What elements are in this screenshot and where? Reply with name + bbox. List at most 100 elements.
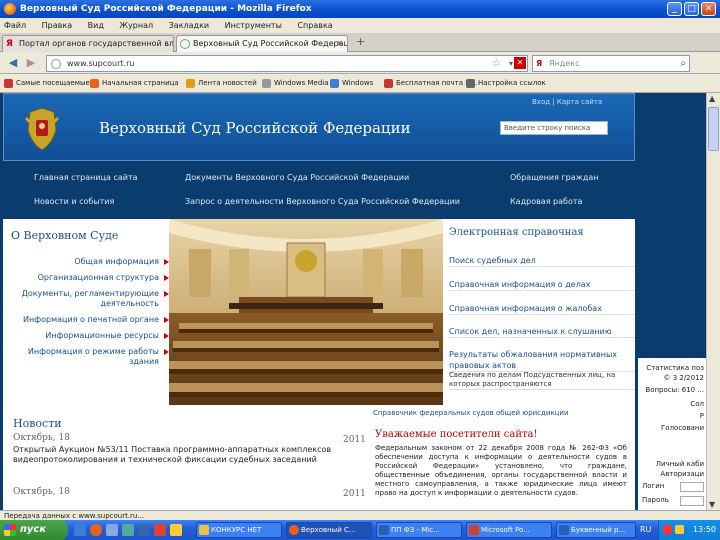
tab-label: Верховный Суд Российской Федерации (193, 39, 348, 48)
new-tab-button[interactable]: + (356, 35, 365, 48)
back-button[interactable]: ◀ (4, 55, 22, 71)
nav-link-documents[interactable]: Документы Верховного Суда Российской Фед… (185, 173, 409, 182)
vertical-scrollbar[interactable]: ▲ ▼ (706, 93, 720, 510)
bookmark-item[interactable]: Настройка ссылок (466, 74, 546, 93)
url-text: www.supcourt.ru (67, 59, 135, 68)
login-input[interactable] (680, 482, 704, 492)
eref-link[interactable]: Поиск судебных дел (449, 255, 635, 267)
yandex-icon: Я (536, 59, 543, 68)
about-link[interactable]: Документы, регламентирующие деятельность (19, 289, 169, 309)
system-tray: 13:50 (658, 520, 720, 540)
menu-bookmarks[interactable]: Закладки (169, 21, 209, 30)
eref-link[interactable]: Список дел, назначенных к слушанию (449, 326, 635, 338)
stop-icon[interactable]: ✕ (514, 57, 526, 69)
taskbar-item[interactable]: Верховный С... (286, 522, 372, 538)
courts-directory-link[interactable]: Справочник федеральных судов общей юрисд… (373, 409, 569, 417)
menu-help[interactable]: Справка (297, 21, 332, 30)
window-titlebar[interactable]: Верховный Суд Российской Федерации - Moz… (0, 0, 720, 18)
globe-icon (51, 59, 61, 69)
quicklaunch-folder-icon[interactable] (170, 524, 182, 536)
news-title: Новости (13, 417, 62, 430)
bookmark-icon (262, 79, 271, 88)
minimize-button[interactable]: _ (667, 2, 682, 16)
menu-bar: Файл Правка Вид Журнал Закладки Инструме… (0, 18, 720, 33)
nav-link-news[interactable]: Новости и события (34, 197, 114, 206)
nav-link-appeals[interactable]: Обращения граждан (510, 173, 599, 182)
scroll-down-icon[interactable]: ▼ (709, 500, 715, 509)
quicklaunch-desktop-icon[interactable] (106, 524, 118, 536)
nav-link-request[interactable]: Запрос о деятельности Верховного Суда Ро… (185, 197, 460, 206)
notice-title: Уважаемые посетители сайта! (375, 429, 538, 440)
bookmark-item[interactable]: Windows (330, 74, 373, 93)
maximize-button[interactable]: □ (684, 2, 699, 16)
yandex-icon: Я (6, 39, 13, 49)
bookmark-item[interactable]: Бесплатная почта Н... (384, 74, 477, 93)
forward-button[interactable]: ▶ (22, 55, 40, 71)
start-button[interactable]: пуск (0, 520, 68, 540)
tab-supcourt[interactable]: Верховный Суд Российской Федерации ✕ (176, 35, 348, 52)
news-date: Октябрь, 18 (13, 433, 70, 443)
search-input[interactable]: Я Яндекс ⌕ (532, 55, 690, 72)
star-icon[interactable]: ☆ (492, 56, 501, 71)
window-title: Верховный Суд Российской Федерации - Moz… (20, 4, 312, 14)
vote-link[interactable]: Голосовани (661, 424, 704, 432)
menu-edit[interactable]: Правка (42, 21, 72, 30)
close-button[interactable]: ✕ (701, 2, 716, 16)
scroll-up-icon[interactable]: ▲ (709, 94, 715, 103)
clock[interactable]: 13:50 (693, 520, 716, 540)
taskbar-item[interactable]: Microsoft Po... (466, 522, 552, 538)
quicklaunch-ppt-icon[interactable] (154, 524, 166, 536)
eref-link[interactable]: Справочная информация о делах (449, 279, 635, 291)
search-placeholder: Яндекс (549, 59, 580, 68)
address-bar[interactable]: www.supcourt.ru ☆ ▾ ✕ (46, 55, 528, 72)
quicklaunch-word-icon[interactable] (138, 524, 150, 536)
tray-app-icon[interactable] (675, 525, 684, 534)
about-link[interactable]: Общая информация (74, 257, 169, 267)
bookmark-item[interactable]: Windows Media (262, 74, 329, 93)
search-icon[interactable]: ⌕ (680, 56, 686, 71)
menu-file[interactable]: Файл (4, 21, 26, 30)
bookmark-icon (90, 79, 99, 88)
courtroom-photo (169, 219, 443, 405)
menu-tools[interactable]: Инструменты (225, 21, 282, 30)
taskbar-item[interactable]: КОНКУРС НЕТ (196, 522, 282, 538)
about-link[interactable]: Организационная структура (38, 273, 169, 283)
taskbar-item[interactable]: Буквенный р... (556, 522, 636, 538)
dropdown-icon[interactable]: ▾ (509, 56, 513, 71)
taskbar-item[interactable]: ПП ФЗ - Mic... (376, 522, 462, 538)
eref-link[interactable]: Справочная информация о жалобах (449, 303, 635, 315)
bookmark-item[interactable]: Самые посещаемые (4, 74, 90, 93)
header-links[interactable]: Вход | Карта сайта (532, 98, 602, 106)
site-search-input[interactable]: Введите строку поиска (500, 121, 608, 135)
nav-link-hr[interactable]: Кадровая работа (510, 197, 582, 206)
bookmark-item[interactable]: Начальная страница (90, 74, 179, 93)
stats-value: © 3 2/2012 (663, 374, 704, 382)
scroll-thumb[interactable] (708, 107, 719, 151)
quicklaunch-firefox-icon[interactable] (90, 524, 102, 536)
about-link[interactable]: Информация о печатной органе (23, 315, 169, 325)
language-indicator[interactable]: RU (640, 522, 651, 538)
news-year: 2011 (343, 435, 366, 445)
powerpoint-icon (469, 525, 479, 535)
bookmark-icon (384, 79, 393, 88)
eref-link[interactable]: Результаты обжалования нормативных право… (449, 349, 635, 372)
stats-value: Сол (690, 400, 704, 408)
about-link[interactable]: Информационные ресурсы (45, 331, 169, 341)
news-text[interactable]: Открытый Аукцион №53/11 Поставка програм… (13, 445, 343, 465)
site-search-button[interactable]: › (598, 121, 602, 132)
close-tab-icon[interactable]: ✕ (336, 36, 343, 51)
tray-app-icon[interactable] (663, 525, 672, 534)
menu-view[interactable]: Вид (88, 21, 104, 30)
quicklaunch-media-icon[interactable] (122, 524, 134, 536)
about-link[interactable]: Информация о режиме работы здания (19, 347, 169, 367)
quicklaunch-ie-icon[interactable] (74, 524, 86, 536)
right-column: Статистика поз © 3 2/2012 Вопросы: 610 .… (638, 358, 706, 510)
bookmark-icon (330, 79, 339, 88)
nav-link-home[interactable]: Главная страница сайта (34, 173, 138, 182)
bookmark-icon (186, 79, 195, 88)
page-viewport: Верховный Суд Российской Федерации Вход … (0, 93, 706, 510)
tab-portal[interactable]: Я Портал органов государственной власт..… (2, 35, 174, 52)
password-input[interactable] (680, 496, 704, 506)
menu-history[interactable]: Журнал (119, 21, 153, 30)
bookmark-item[interactable]: Лента новостей (186, 74, 257, 93)
